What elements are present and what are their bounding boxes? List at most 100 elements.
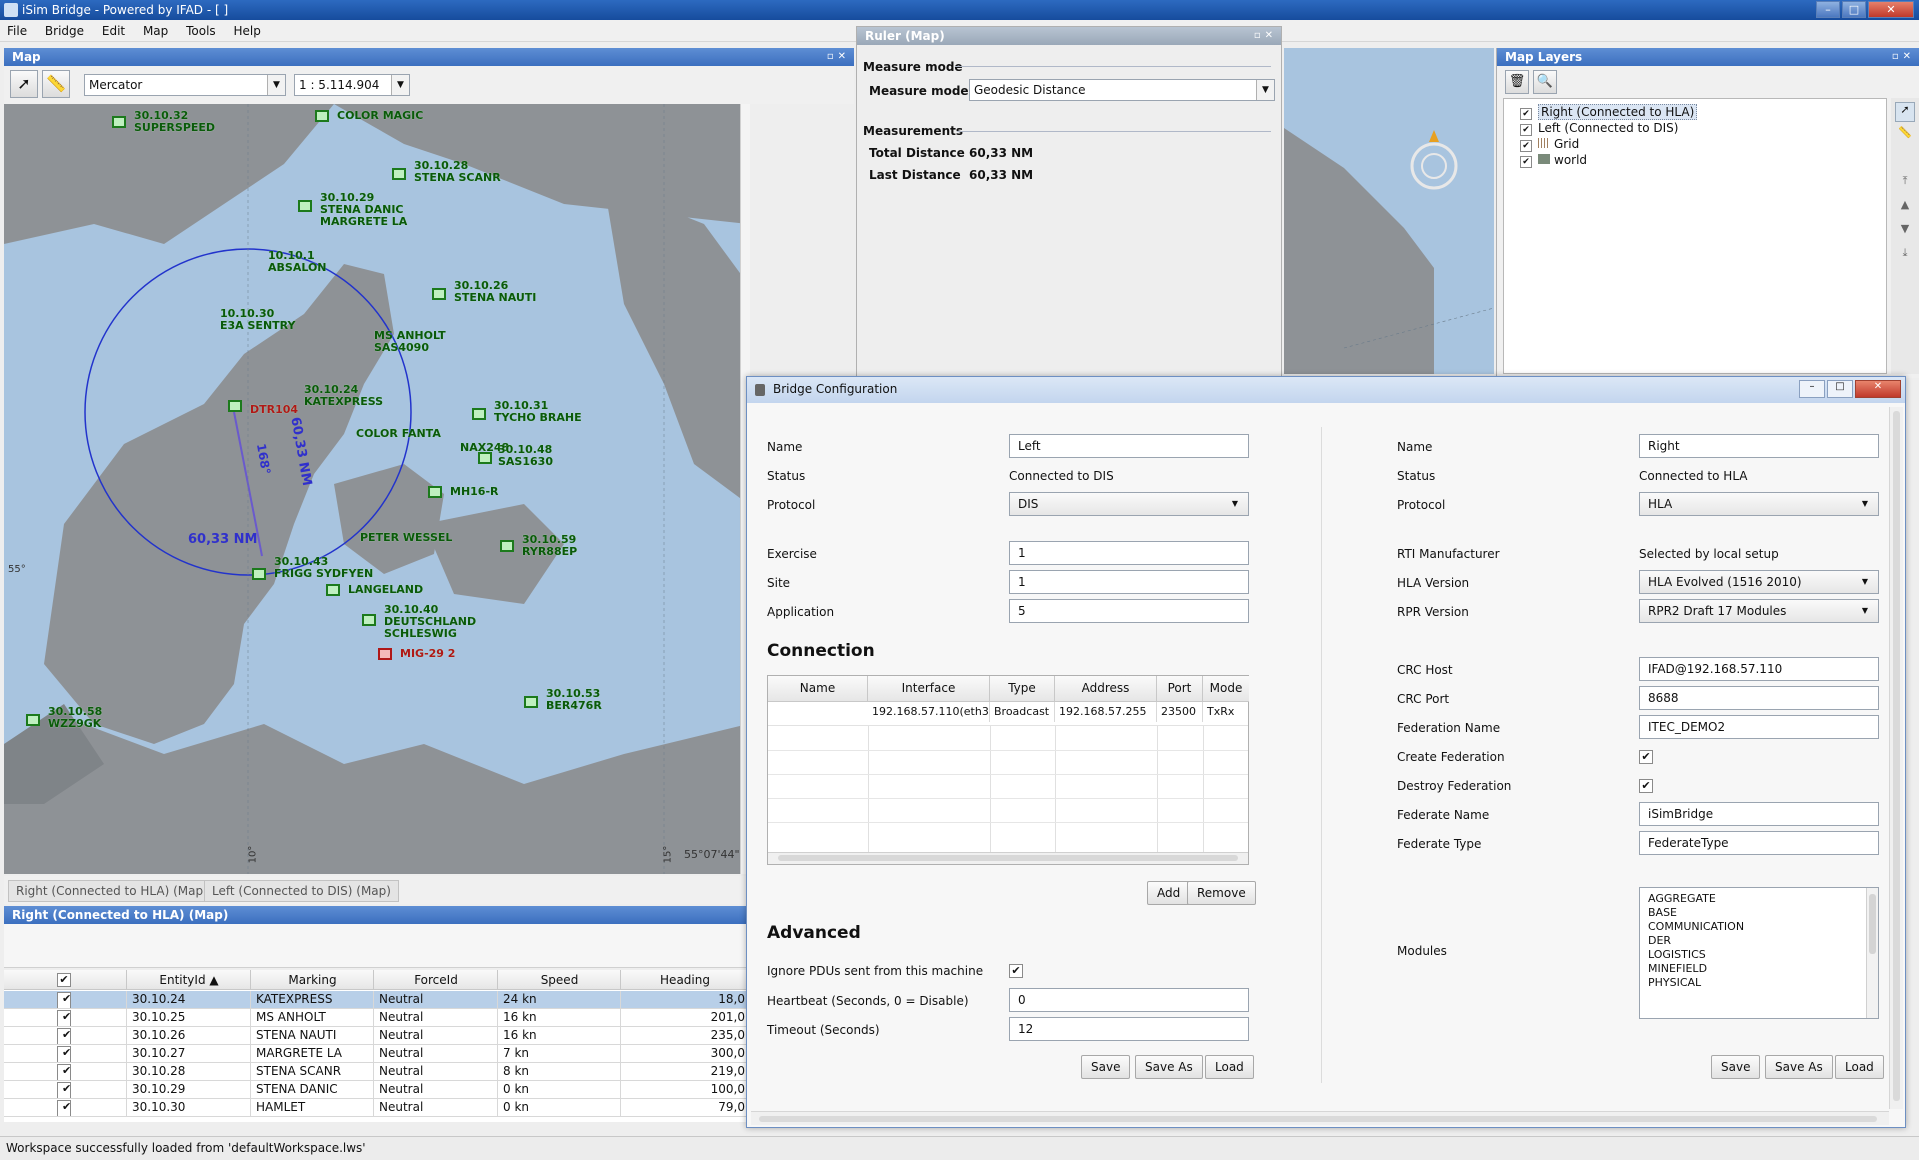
column-header-forceid[interactable]: ForceId xyxy=(375,970,498,990)
table-row[interactable]: ✔ 30.10.25 MS ANHOLT Neutral 16 kn 201,0 xyxy=(4,1009,748,1027)
map-entity[interactable]: 30.10.40 DEUTSCHLAND SCHLESWIG xyxy=(362,604,476,640)
timeout-field[interactable]: 12 xyxy=(1009,1017,1249,1041)
left-load-button[interactable]: Load xyxy=(1205,1055,1254,1079)
right-save-as-button[interactable]: Save As xyxy=(1765,1055,1833,1079)
crc-host-field[interactable]: IFAD@192.168.57.110 xyxy=(1639,657,1879,681)
close-button[interactable]: ✕ xyxy=(1868,1,1914,18)
checkbox[interactable]: ✔ xyxy=(1520,140,1532,152)
tab-right-map[interactable]: Right (Connected to HLA) (Map) xyxy=(8,880,216,902)
map-entity[interactable]: 30.10.59 RYR88EP xyxy=(500,534,577,558)
select-tool-button[interactable]: ➚ xyxy=(10,70,38,98)
map-entity[interactable]: 30.10.26 STENA NAUTI xyxy=(432,280,536,304)
map-entity[interactable]: MS ANHOLT SAS4090 xyxy=(374,330,446,354)
table-row[interactable]: ✔ 30.10.28 STENA SCANR Neutral 8 kn 219,0 xyxy=(4,1063,748,1081)
column-header-speed[interactable]: Speed xyxy=(499,970,621,990)
column-header-marking[interactable]: Marking xyxy=(252,970,374,990)
menu-help[interactable]: Help xyxy=(227,20,268,42)
maximize-button[interactable]: □ xyxy=(1842,1,1866,18)
bridge-hscrollbar[interactable] xyxy=(751,1111,1889,1125)
modules-scrollbar[interactable] xyxy=(1866,888,1878,1018)
layer-item[interactable]: ✔ world xyxy=(1520,153,1587,169)
left-protocol-select[interactable]: DIS ▼ xyxy=(1009,492,1249,516)
exercise-field[interactable]: 1 xyxy=(1009,541,1249,565)
module-item[interactable]: COMMUNICATION xyxy=(1648,920,1870,934)
row-checkbox-cell[interactable]: ✔ xyxy=(4,1099,127,1116)
federate-name-field[interactable]: iSimBridge xyxy=(1639,802,1879,826)
create-federation-checkbox[interactable]: ✔ xyxy=(1639,750,1653,764)
row-checkbox-cell[interactable]: ✔ xyxy=(4,1081,127,1098)
checkbox[interactable]: ✔ xyxy=(57,1028,71,1044)
map-entity[interactable]: 30.10.58 WZZ9GK xyxy=(26,706,102,730)
checkbox[interactable]: ✔ xyxy=(57,1064,71,1080)
conn-col-interface[interactable]: Interface xyxy=(868,676,990,702)
row-checkbox-cell[interactable]: ✔ xyxy=(4,991,127,1008)
menu-map[interactable]: Map xyxy=(136,20,175,42)
hla-version-select[interactable]: HLA Evolved (1516 2010) ▼ xyxy=(1639,570,1879,594)
measure-mode-select[interactable]: Geodesic Distance ▼ xyxy=(969,79,1275,101)
module-item[interactable]: LOGISTICS xyxy=(1648,948,1870,962)
scale-select[interactable]: 1 : 5.114.904 ▼ xyxy=(294,74,410,96)
map-entity[interactable]: 30.10.48 SAS1630 xyxy=(478,444,553,468)
tab-left-map[interactable]: Left (Connected to DIS) (Map) xyxy=(204,880,399,902)
ignore-pdus-checkbox[interactable]: ✔ xyxy=(1009,964,1023,978)
conn-col-type[interactable]: Type xyxy=(990,676,1055,702)
panel-buttons[interactable]: ▫✕ xyxy=(827,48,850,66)
crc-port-field[interactable]: 8688 xyxy=(1639,686,1879,710)
map-entity[interactable]: DTR104 xyxy=(250,404,298,416)
federation-name-field[interactable]: ITEC_DEMO2 xyxy=(1639,715,1879,739)
table-row[interactable]: ✔ 30.10.26 STENA NAUTI Neutral 16 kn 235,0 xyxy=(4,1027,748,1045)
table-row[interactable]: 192.168.57.110(eth3) Broadcast 192.168.5… xyxy=(768,702,1248,726)
left-name-field[interactable]: Left xyxy=(1009,434,1249,458)
map-entity[interactable]: 30.10.53 BER476R xyxy=(524,688,602,712)
row-checkbox-cell[interactable]: ✔ xyxy=(4,1063,127,1080)
bridge-vscrollbar[interactable] xyxy=(1889,407,1903,1109)
right-save-button[interactable]: Save xyxy=(1711,1055,1761,1079)
destroy-federation-checkbox[interactable]: ✔ xyxy=(1639,779,1653,793)
split-divider[interactable] xyxy=(1321,427,1322,1083)
checkbox[interactable]: ✔ xyxy=(57,1082,71,1098)
table-row[interactable]: ✔ 30.10.27 MARGRETE LA Neutral 7 kn 300,0 xyxy=(4,1045,748,1063)
left-save-as-button[interactable]: Save As xyxy=(1135,1055,1203,1079)
select-all-cell[interactable]: ✔ xyxy=(4,970,127,990)
right-protocol-select[interactable]: HLA ▼ xyxy=(1639,492,1879,516)
scrollbar-thumb[interactable] xyxy=(759,1116,1877,1122)
application-field[interactable]: 5 xyxy=(1009,599,1249,623)
minimize-button[interactable]: – xyxy=(1816,1,1840,18)
pointer-icon[interactable]: ➚ xyxy=(1895,102,1915,122)
ruler-icon[interactable]: 📏 xyxy=(1895,126,1915,146)
remove-connection-button[interactable]: Remove xyxy=(1187,881,1256,905)
row-checkbox-cell[interactable]: ✔ xyxy=(4,1045,127,1062)
modules-list[interactable]: AGGREGATE BASE COMMUNICATION DER LOGISTICS MI… xyxy=(1639,887,1879,1019)
menu-bridge[interactable]: Bridge xyxy=(38,20,91,42)
rpr-version-select[interactable]: RPR2 Draft 17 Modules ▼ xyxy=(1639,599,1879,623)
row-checkbox-cell[interactable]: ✔ xyxy=(4,1009,127,1026)
layer-item[interactable]: ✔ Right (Connected to HLA) xyxy=(1520,104,1698,121)
scrollbar-thumb[interactable] xyxy=(1893,411,1900,1101)
map-entity[interactable]: PETER WESSEL xyxy=(360,532,452,544)
move-up-icon[interactable]: ▲ xyxy=(1895,198,1915,218)
menu-edit[interactable]: Edit xyxy=(95,20,132,42)
column-header-heading[interactable]: Heading xyxy=(622,970,748,990)
table-row[interactable]: ✔ 30.10.24 KATEXPRESS Neutral 24 kn 18,0 xyxy=(4,991,748,1009)
map-entity[interactable]: COLOR FANTA xyxy=(356,428,441,440)
heartbeat-field[interactable]: 0 xyxy=(1009,988,1249,1012)
map-entity[interactable]: 30.10.29 STENA DANIC MARGRETE LA xyxy=(298,192,407,228)
checkbox[interactable]: ✔ xyxy=(1520,108,1532,120)
add-connection-button[interactable]: Add xyxy=(1147,881,1191,905)
conn-col-address[interactable]: Address xyxy=(1055,676,1157,702)
panel-buttons[interactable]: ▫✕ xyxy=(1892,48,1915,66)
close-button[interactable]: ✕ xyxy=(1855,380,1901,398)
map-entity[interactable]: 30.10.43 FRIGG SYDFYEN xyxy=(252,556,373,580)
conn-hscrollbar[interactable] xyxy=(768,852,1248,864)
menu-file[interactable]: File xyxy=(0,20,34,42)
site-field[interactable]: 1 xyxy=(1009,570,1249,594)
conn-col-port[interactable]: Port xyxy=(1157,676,1203,702)
module-item[interactable]: AGGREGATE xyxy=(1648,892,1870,906)
map-entity[interactable]: 30.10.32 SUPERSPEED xyxy=(112,110,215,134)
table-row[interactable]: ✔ 30.10.30 HAMLET Neutral 0 kn 79,0 xyxy=(4,1099,748,1117)
ruler-tool-button[interactable]: 📏 xyxy=(42,70,70,98)
checkbox[interactable]: ✔ xyxy=(1520,124,1532,136)
module-item[interactable]: DER xyxy=(1648,934,1870,948)
right-load-button[interactable]: Load xyxy=(1835,1055,1884,1079)
conn-col-mode[interactable]: Mode xyxy=(1203,676,1249,702)
